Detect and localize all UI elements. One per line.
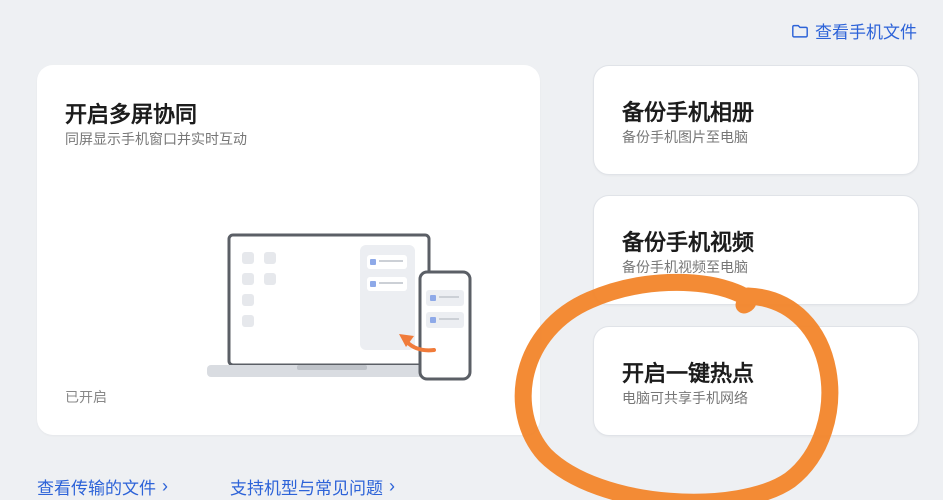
supported-models-faq-link[interactable]: 支持机型与常见问题 ›	[230, 474, 395, 499]
hotspot-subtitle: 电脑可共享手机网络	[622, 390, 748, 406]
multi-screen-card[interactable]: 开启多屏协同 同屏显示手机窗口并实时互动 已开启	[37, 65, 540, 435]
multi-screen-title: 开启多屏协同	[65, 102, 198, 127]
chevron-right-icon: ›	[389, 476, 395, 496]
view-transferred-files-label: 查看传输的文件	[37, 479, 156, 498]
view-phone-files-label: 查看手机文件	[815, 23, 917, 42]
phone-to-laptop-illustration	[207, 233, 472, 381]
backup-photos-subtitle: 备份手机图片至电脑	[622, 129, 748, 145]
backup-photos-card[interactable]: 备份手机相册 备份手机图片至电脑	[593, 65, 919, 175]
chevron-right-icon: ›	[162, 476, 168, 496]
backup-videos-title: 备份手机视频	[622, 230, 755, 255]
folder-icon	[792, 24, 808, 38]
hotspot-card[interactable]: 开启一键热点 电脑可共享手机网络	[593, 326, 919, 436]
multi-screen-status: 已开启	[65, 389, 107, 405]
hotspot-title: 开启一键热点	[622, 361, 755, 386]
backup-videos-subtitle: 备份手机视频至电脑	[622, 259, 748, 275]
multi-screen-subtitle: 同屏显示手机窗口并实时互动	[65, 131, 247, 147]
supported-models-faq-label: 支持机型与常见问题	[230, 479, 383, 498]
backup-photos-title: 备份手机相册	[622, 100, 755, 125]
view-phone-files-link[interactable]: 查看手机文件	[791, 18, 917, 43]
backup-videos-card[interactable]: 备份手机视频 备份手机视频至电脑	[593, 195, 919, 305]
view-transferred-files-link[interactable]: 查看传输的文件 ›	[37, 474, 168, 499]
